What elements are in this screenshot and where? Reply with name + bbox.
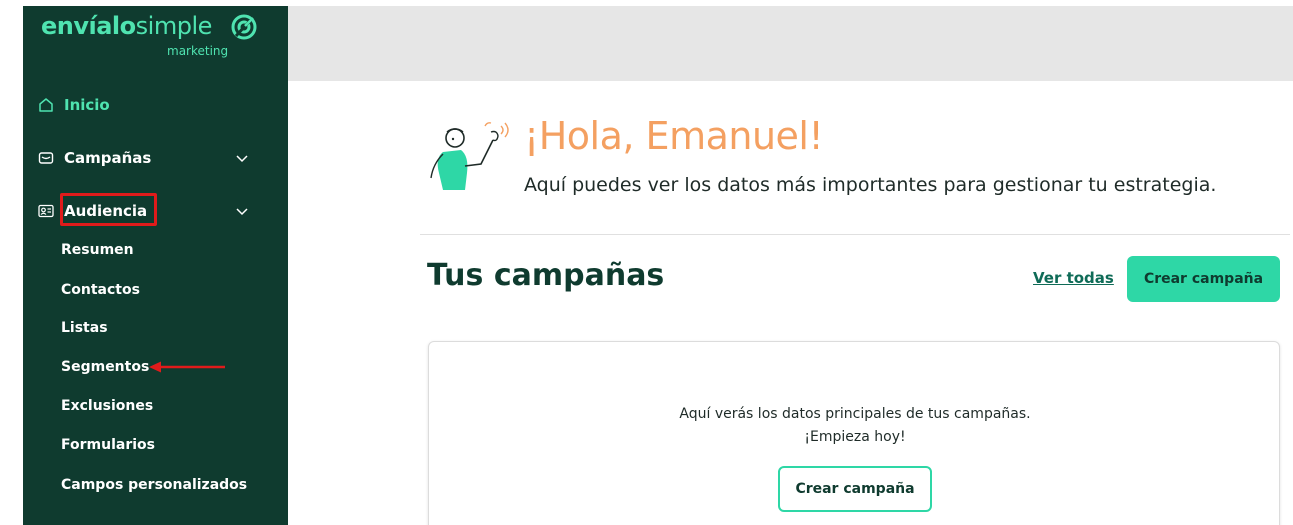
target-icon <box>231 14 257 40</box>
sidebar-subitem-resumen[interactable]: Resumen <box>61 242 134 258</box>
campaigns-section-title: Tus campañas <box>427 258 665 293</box>
sidebar-item-inicio[interactable]: Inicio <box>38 90 110 120</box>
annotation-highlight-box <box>60 193 157 226</box>
section-divider <box>420 234 1290 235</box>
sidebar-item-label: Campañas <box>64 149 152 167</box>
brand-logo[interactable]: envíalosimple marketing <box>41 10 271 66</box>
empty-state-cta-text: ¡Empieza hoy! <box>804 429 906 445</box>
top-bar <box>288 6 1293 81</box>
sidebar-item-campanas[interactable]: Campañas <box>38 143 151 173</box>
brand-name: envíalosimple <box>41 12 212 40</box>
greeting-title: ¡Hola, Emanuel! <box>524 114 824 158</box>
greeting-subtitle: Aquí puedes ver los datos más importante… <box>524 174 1217 196</box>
chevron-down-icon[interactable] <box>235 152 249 166</box>
empty-state-create-campaign-button[interactable]: Crear campaña <box>778 466 932 512</box>
sidebar-subitem-campos-personalizados[interactable]: Campos personalizados <box>61 477 247 493</box>
brand-tagline: marketing <box>167 44 229 58</box>
sidebar-item-label: Inicio <box>64 96 110 114</box>
view-all-campaigns-link[interactable]: Ver todas <box>1033 269 1114 287</box>
sidebar-subitem-segmentos[interactable]: Segmentos <box>61 359 149 375</box>
sidebar-subitem-formularios[interactable]: Formularios <box>61 437 155 453</box>
sidebar: envíalosimple marketing Inicio Campañas <box>23 6 288 525</box>
annotation-arrow-icon <box>149 361 225 373</box>
campaigns-empty-card: Aquí verás los datos principales de tus … <box>428 341 1280 525</box>
waving-person-illustration-icon <box>430 122 509 190</box>
sidebar-subitem-listas[interactable]: Listas <box>61 320 108 336</box>
chevron-down-icon[interactable] <box>235 205 249 219</box>
home-icon <box>39 98 53 112</box>
contact-card-icon <box>38 204 54 218</box>
empty-state-message: Aquí verás los datos principales de tus … <box>679 406 1031 422</box>
sidebar-subitem-contactos[interactable]: Contactos <box>61 282 140 298</box>
sidebar-subitem-exclusiones[interactable]: Exclusiones <box>61 398 153 414</box>
campaign-icon <box>38 152 54 164</box>
create-campaign-button[interactable]: Crear campaña <box>1127 256 1280 302</box>
